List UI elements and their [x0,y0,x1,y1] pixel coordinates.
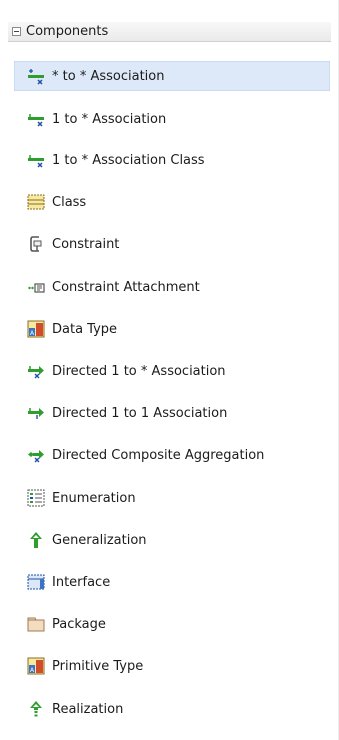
palette-item-constraint[interactable]: Constraint [14,229,330,259]
generalization-icon [27,531,45,549]
palette-item-enumeration[interactable]: Enumeration [14,483,330,513]
palette-item-label: 1 to * Association [52,111,167,127]
association-many-many-icon [27,67,45,85]
palette-item-realization[interactable]: Realization [14,694,330,724]
palette-item-label: Data Type [52,321,118,337]
data-type-icon: A [27,320,45,338]
palette-item-constraint-attachment[interactable]: Constraint Attachment [14,272,330,302]
palette-item-directed-one-one-association[interactable]: Directed 1 to 1 Association [14,398,330,428]
palette-item-label: Constraint Attachment [52,279,200,295]
package-icon [27,615,45,633]
class-icon [27,193,45,211]
constraint-icon [27,235,45,253]
interface-icon [27,573,45,591]
palette-item-one-to-many-association[interactable]: 1 to * Association [14,104,330,134]
palette-item-many-to-many-association[interactable]: * to * Association [14,61,330,91]
collapse-icon[interactable] [12,27,21,36]
association-one-many-icon [27,110,45,128]
palette-item-label: Class [52,194,87,210]
directed-one-one-association-icon [27,404,45,422]
palette-item-label: Directed 1 to * Association [52,363,226,379]
primitive-type-icon: A [27,657,45,675]
palette-item-label: Directed 1 to 1 Association [52,405,228,421]
constraint-attachment-icon [27,278,45,296]
palette-item-label: Primitive Type [52,658,144,674]
palette-item-label: Realization [52,701,124,717]
realization-icon [27,700,45,718]
palette-item-label: Directed Composite Aggregation [52,447,265,463]
palette-item-interface[interactable]: Interface [14,567,330,597]
palette-item-directed-one-many-association[interactable]: Directed 1 to * Association [14,356,330,386]
components-palette: Components * to * Association 1 to * Ass… [0,0,339,740]
palette-item-generalization[interactable]: Generalization [14,525,330,555]
palette-item-label: Enumeration [52,490,136,506]
palette-item-data-type[interactable]: A Data Type [14,314,330,344]
directed-one-many-association-icon [27,362,45,380]
components-header[interactable]: Components [8,22,331,42]
enumeration-icon [27,489,45,507]
association-class-icon [27,151,45,169]
palette-item-label: Interface [52,574,111,590]
palette-item-primitive-type[interactable]: A Primitive Type [14,651,330,681]
header-title: Components [26,24,109,39]
directed-composite-aggregation-icon [27,446,45,464]
palette-item-package[interactable]: Package [14,609,330,639]
palette-item-label: Generalization [52,532,147,548]
palette-item-association-class[interactable]: 1 to * Association Class [14,145,330,175]
palette-item-label: Package [52,616,106,632]
palette-item-label: * to * Association [52,68,165,84]
palette-item-class[interactable]: Class [14,187,330,217]
palette-item-label: 1 to * Association Class [52,152,205,168]
palette-item-label: Constraint [52,236,120,252]
palette-item-directed-composite-aggregation[interactable]: Directed Composite Aggregation [14,440,330,470]
